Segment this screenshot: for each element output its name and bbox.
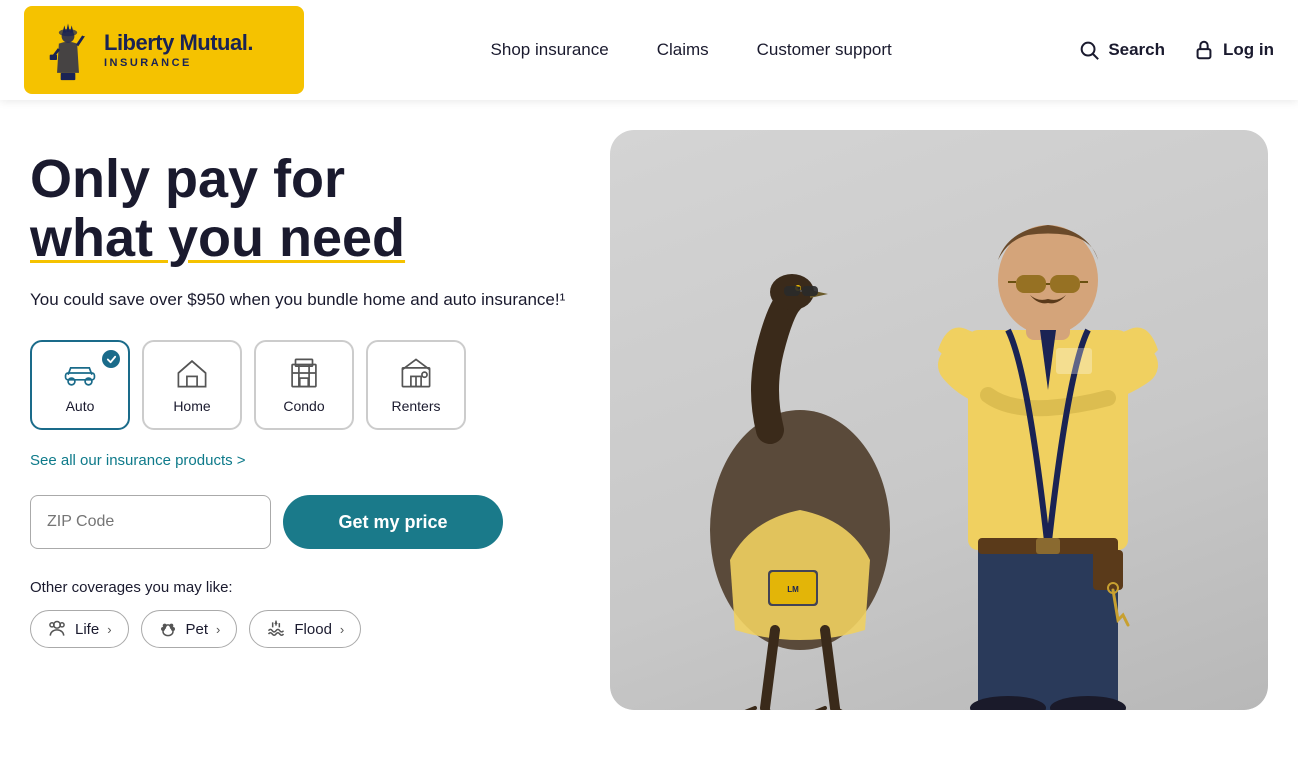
logo-name: Liberty Mutual. (104, 31, 253, 55)
emu-figure: LM (670, 250, 930, 710)
subtext: You could save over $950 when you bundle… (30, 287, 590, 313)
life-icon (47, 619, 67, 639)
search-icon (1078, 39, 1100, 61)
hero-image: LM (610, 130, 1268, 710)
login-button[interactable]: Log in (1193, 39, 1274, 61)
chip-pet[interactable]: Pet › (141, 610, 238, 648)
tab-condo[interactable]: Condo (254, 340, 354, 430)
logo-text: Liberty Mutual. INSURANCE (104, 31, 253, 69)
other-coverages-label: Other coverages you may like: (30, 579, 590, 596)
search-button[interactable]: Search (1078, 39, 1165, 61)
tab-renters[interactable]: Renters (366, 340, 466, 430)
tab-home-label: Home (173, 398, 210, 414)
headline: Only pay for what you need (30, 150, 590, 269)
nav-shop-insurance[interactable]: Shop insurance (491, 40, 609, 60)
auto-check-badge (102, 350, 120, 368)
lock-icon (1193, 39, 1215, 61)
tab-home[interactable]: Home (142, 340, 242, 430)
main-content: Only pay for what you need You could sav… (0, 100, 1298, 758)
main-nav: Shop insurance Claims Customer support (491, 40, 892, 60)
home-icon (175, 356, 209, 390)
logo-sub: INSURANCE (104, 57, 253, 69)
nav-customer-support[interactable]: Customer support (757, 40, 892, 60)
headline-line2: what you need (30, 208, 405, 268)
chip-flood-arrow: › (340, 622, 344, 637)
header-actions: Search Log in (1078, 39, 1274, 61)
header: Liberty Mutual. INSURANCE Shop insurance… (0, 0, 1298, 100)
coverage-chips: Life › Pet › (30, 610, 590, 648)
man-figure (908, 170, 1188, 710)
tab-auto[interactable]: Auto (30, 340, 130, 430)
svg-text:LM: LM (787, 585, 799, 594)
headline-line1: Only pay for (30, 149, 345, 209)
chip-life[interactable]: Life › (30, 610, 129, 648)
see-all-products-link[interactable]: See all our insurance products > (30, 452, 246, 469)
zip-input[interactable] (30, 495, 271, 549)
login-label: Log in (1223, 40, 1274, 60)
car-icon (63, 356, 97, 390)
flood-icon (266, 619, 286, 639)
pet-icon (158, 619, 178, 639)
chip-life-arrow: › (107, 622, 111, 637)
tab-condo-label: Condo (283, 398, 324, 414)
insurance-tabs: Auto Home (30, 340, 590, 430)
chip-pet-arrow: › (216, 622, 220, 637)
logo[interactable]: Liberty Mutual. INSURANCE (24, 6, 304, 94)
tab-renters-label: Renters (391, 398, 440, 414)
renters-icon (399, 356, 433, 390)
zip-row: Get my price (30, 495, 590, 549)
search-label: Search (1108, 40, 1165, 60)
get-price-button[interactable]: Get my price (283, 495, 503, 549)
condo-icon (287, 356, 321, 390)
left-panel: Only pay for what you need You could sav… (30, 140, 610, 648)
chip-pet-label: Pet (186, 621, 209, 638)
chip-life-label: Life (75, 621, 99, 638)
nav-claims[interactable]: Claims (657, 40, 709, 60)
chip-flood-label: Flood (294, 621, 332, 638)
tab-auto-label: Auto (66, 398, 95, 414)
hero-background: LM (610, 130, 1268, 710)
chip-flood[interactable]: Flood › (249, 610, 361, 648)
liberty-mutual-logo-icon (42, 18, 94, 82)
